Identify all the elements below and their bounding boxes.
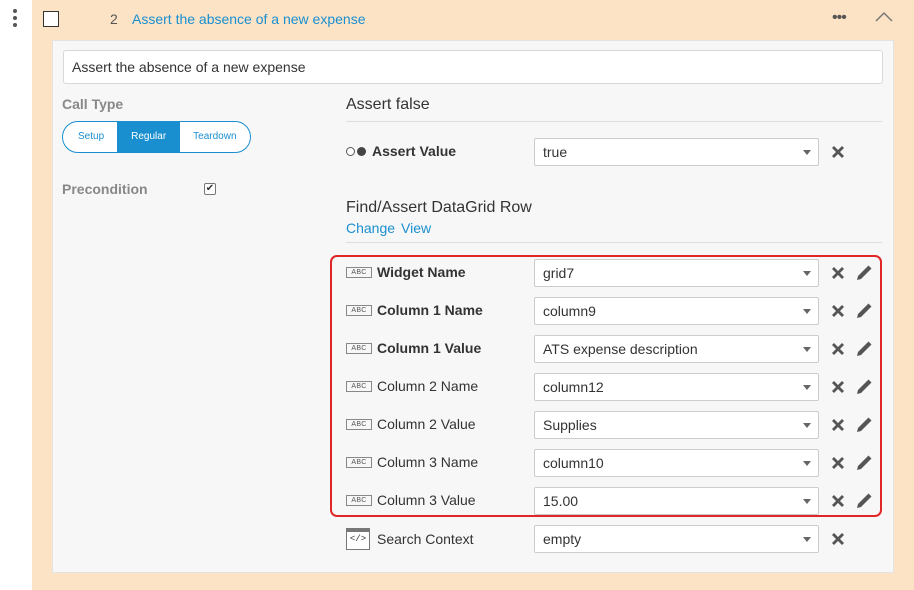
boolean-toggle-icon (346, 146, 366, 156)
call-type-regular-option[interactable]: Regular (117, 122, 181, 152)
assert-value-select[interactable]: true (534, 138, 819, 166)
search-context-label: Search Context (377, 531, 474, 547)
drag-handle-icon[interactable] (8, 8, 22, 28)
assert-divider (346, 121, 882, 122)
clear-search-context-icon[interactable] (829, 530, 847, 548)
call-type-teardown-option[interactable]: Teardown (180, 122, 249, 152)
call-type-label: Call Type (62, 96, 124, 112)
search-context-selected: empty (543, 531, 582, 547)
assert-value-selected: true (543, 144, 568, 160)
assert-heading: Assert false (346, 96, 430, 113)
assert-value-row-label: Assert Value (346, 141, 456, 161)
left-gutter (0, 0, 32, 590)
clear-assert-value-icon[interactable] (829, 143, 847, 161)
find-heading: Find/Assert DataGrid Row (346, 199, 532, 216)
more-options-icon[interactable]: ••• (832, 9, 847, 27)
view-link[interactable]: View (401, 220, 431, 236)
call-type-segmented-control: Setup Regular Teardown (62, 121, 251, 153)
search-context-select[interactable]: empty (534, 525, 819, 553)
test-step-editor: 2 Assert the absence of a new expense ••… (0, 0, 914, 590)
dropdown-caret-icon (803, 537, 811, 542)
precondition-checkbox[interactable]: ✔ (204, 183, 216, 195)
search-context-row-label: </> Search Context (346, 527, 474, 551)
step-header: 2 Assert the absence of a new expense ••… (32, 0, 914, 37)
change-link[interactable]: Change (346, 220, 395, 236)
collapse-chevron-icon[interactable] (874, 7, 894, 27)
step-body-frame: Assert the absence of a new expense Call… (32, 37, 914, 590)
step-body-panel: Assert the absence of a new expense Call… (52, 40, 894, 573)
assert-value-label: Assert Value (372, 143, 457, 159)
step-select-checkbox[interactable] (43, 11, 59, 27)
step-description-input[interactable]: Assert the absence of a new expense (63, 50, 883, 84)
step-title-link[interactable]: Assert the absence of a new expense (132, 11, 365, 27)
step-number: 2 (110, 11, 118, 27)
code-window-icon: </> (346, 528, 370, 550)
call-type-setup-option[interactable]: Setup (63, 122, 117, 152)
find-divider (346, 242, 882, 243)
dropdown-caret-icon (803, 150, 811, 155)
precondition-label: Precondition (62, 181, 148, 197)
highlight-annotation-box (330, 255, 882, 517)
